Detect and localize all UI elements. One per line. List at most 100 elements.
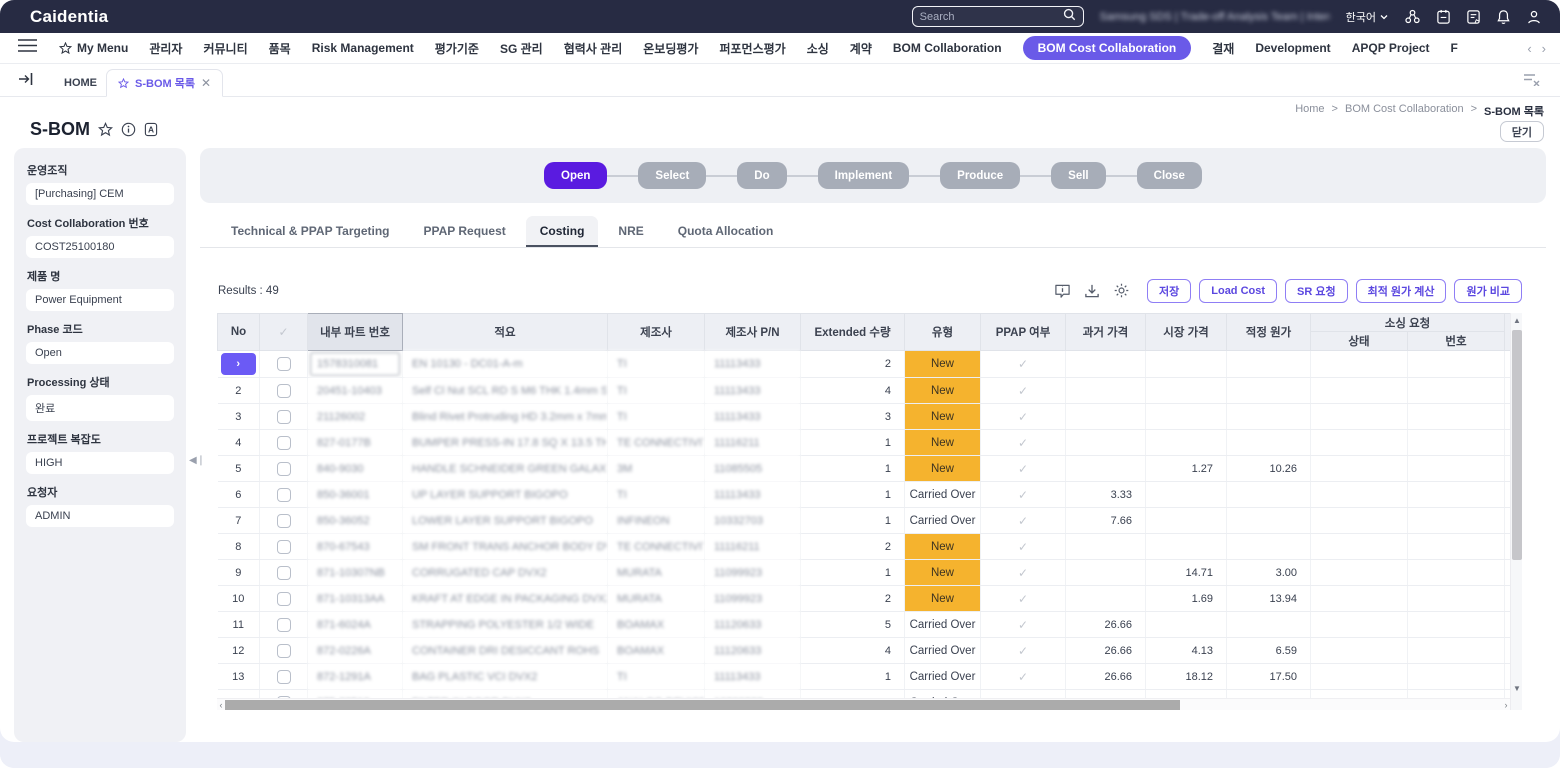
collapse-panel-icon[interactable] (18, 72, 34, 91)
phase-implement[interactable]: Implement (818, 162, 910, 189)
cell-select[interactable] (260, 586, 308, 612)
tab-sbom-list[interactable]: S-BOM 목록 ✕ (106, 69, 223, 97)
tab-home[interactable]: HOME (52, 69, 109, 96)
col-past-price[interactable]: 과거 가격 (1066, 314, 1146, 351)
phase-select[interactable]: Select (638, 162, 706, 189)
hamburger-icon[interactable] (18, 39, 37, 57)
info-icon[interactable] (121, 122, 136, 137)
bell-icon[interactable] (1496, 9, 1511, 25)
action-button-원가-비교[interactable]: 원가 비교 (1454, 279, 1522, 303)
row-checkbox[interactable] (277, 540, 291, 554)
action-button-sr-요청[interactable]: SR 요청 (1285, 279, 1348, 303)
menu-item-커뮤니티[interactable]: 커뮤니티 (203, 40, 247, 57)
menu-item-협력사-관리[interactable]: 협력사 관리 (564, 40, 623, 57)
search-input[interactable] (920, 11, 1063, 23)
col-internal-part-no[interactable]: 내부 파트 번호 (308, 314, 403, 351)
cell-select[interactable] (260, 508, 308, 534)
select-all-check-icon[interactable]: ✓ (278, 325, 288, 339)
menu-item-평가기준[interactable]: 평가기준 (435, 40, 479, 57)
menu-item-bom-collaboration[interactable]: BOM Collaboration (893, 41, 1002, 55)
col-manufacturer-pn[interactable]: 제조사 P/N (705, 314, 801, 351)
cell-select[interactable] (260, 560, 308, 586)
row-checkbox[interactable] (277, 618, 291, 632)
memo-icon[interactable] (1466, 9, 1481, 25)
scroll-left-icon[interactable]: ‹ (217, 699, 225, 710)
close-all-tabs-icon[interactable] (1523, 73, 1540, 91)
row-checkbox[interactable] (277, 357, 291, 371)
col-type[interactable]: 유형 (905, 314, 981, 351)
selected-row-indicator[interactable]: › (221, 353, 257, 375)
action-button-저장[interactable]: 저장 (1147, 279, 1191, 303)
table-row[interactable]: 8870-67543SM FRONT TRANS ANCHOR BODY DVX… (218, 534, 1511, 560)
breadcrumb-item[interactable]: Home (1295, 103, 1324, 119)
phase-do[interactable]: Do (737, 162, 786, 189)
row-checkbox[interactable] (277, 410, 291, 424)
scroll-down-icon[interactable]: ▼ (1511, 682, 1522, 696)
tab-technical-ppap-targeting[interactable]: Technical & PPAP Targeting (217, 216, 403, 247)
row-checkbox[interactable] (277, 592, 291, 606)
menu-scroll-left-icon[interactable]: ‹ (1527, 41, 1531, 56)
tab-quota-allocation[interactable]: Quota Allocation (664, 216, 788, 247)
menu-item-my-menu[interactable]: My Menu (59, 41, 128, 55)
horizontal-scrollbar[interactable]: ‹ › (217, 698, 1510, 710)
document-info-icon[interactable]: A (144, 122, 158, 137)
menu-scroll-right-icon[interactable]: › (1542, 41, 1546, 56)
cell-select[interactable] (260, 378, 308, 404)
scroll-right-icon[interactable]: › (1502, 699, 1510, 710)
row-checkbox[interactable] (277, 566, 291, 580)
cell-row-no[interactable]: › (218, 351, 260, 378)
table-row[interactable]: 13872-1291ABAG PLASTIC VCI DVX2TI1111343… (218, 664, 1511, 690)
comment-info-icon[interactable] (1054, 283, 1071, 299)
menu-item-계약[interactable]: 계약 (850, 40, 872, 57)
row-checkbox[interactable] (277, 462, 291, 476)
menu-item-apqp-project[interactable]: APQP Project (1352, 41, 1430, 55)
col-description[interactable]: 적요 (403, 314, 608, 351)
action-button-load-cost[interactable]: Load Cost (1199, 279, 1277, 303)
download-icon[interactable] (1084, 283, 1100, 299)
org-chart-icon[interactable] (1404, 8, 1421, 25)
table-row[interactable]: ›1578310081EN 10130 - DC01-A-mTI11113433… (218, 351, 1511, 378)
phase-open[interactable]: Open (544, 162, 607, 189)
row-checkbox[interactable] (277, 514, 291, 528)
phase-produce[interactable]: Produce (940, 162, 1020, 189)
settings-gear-icon[interactable] (1113, 282, 1130, 299)
cell-select[interactable] (260, 456, 308, 482)
col-target-cost[interactable]: 적정 원가 (1227, 314, 1311, 351)
table-row[interactable]: 321126002Blind Rivet Protruding HD 3.2mm… (218, 404, 1511, 430)
col-market-price[interactable]: 시장 가격 (1146, 314, 1227, 351)
table-row[interactable]: 11871-6024ASTRAPPING POLYESTER 1/2 WIDEB… (218, 612, 1511, 638)
row-checkbox[interactable] (277, 384, 291, 398)
cell-select[interactable] (260, 638, 308, 664)
col-no[interactable]: No (218, 314, 260, 351)
menu-item-sg-관리[interactable]: SG 관리 (500, 40, 543, 57)
table-row[interactable]: 5840-9030HANDLE SCHNEIDER GREEN GALAXY V… (218, 456, 1511, 482)
col-extended-qty[interactable]: Extended 수량 (801, 314, 905, 351)
col-sourcing-request-group[interactable]: 소싱 요청 (1311, 314, 1505, 332)
menu-item-결재[interactable]: 결재 (1212, 40, 1234, 57)
language-selector[interactable]: 한국어 (1346, 9, 1388, 25)
menu-item-risk-management[interactable]: Risk Management (312, 41, 414, 55)
table-row[interactable]: 220451-10403Self Cl Nut SCL RD S M6 THK … (218, 378, 1511, 404)
breadcrumb-item[interactable]: BOM Cost Collaboration (1345, 103, 1464, 119)
col-manufacturer[interactable]: 제조사 (608, 314, 705, 351)
menu-item-퍼포먼스평가[interactable]: 퍼포먼스평가 (719, 40, 785, 57)
tab-ppap-request[interactable]: PPAP Request (409, 216, 519, 247)
scroll-up-icon[interactable]: ▲ (1511, 314, 1522, 328)
horizontal-scroll-thumb[interactable] (225, 700, 1180, 710)
table-row[interactable]: 4827-0177BBUMPER PRESS-IN 17.8 SQ X 13.5… (218, 430, 1511, 456)
row-checkbox[interactable] (277, 644, 291, 658)
row-checkbox[interactable] (277, 488, 291, 502)
menu-item-development[interactable]: Development (1255, 41, 1330, 55)
cell-select[interactable] (260, 612, 308, 638)
phase-sell[interactable]: Sell (1051, 162, 1105, 189)
close-page-button[interactable]: 닫기 (1500, 121, 1544, 142)
table-row[interactable]: 7850-36052LOWER LAYER SUPPORT BIGOPOINFI… (218, 508, 1511, 534)
menu-item-소싱[interactable]: 소싱 (807, 40, 829, 57)
action-button-최적-원가-계산[interactable]: 최적 원가 계산 (1356, 279, 1447, 303)
cell-select[interactable] (260, 351, 308, 378)
menu-item-bom-cost-collaboration[interactable]: BOM Cost Collaboration (1023, 36, 1192, 60)
phase-close[interactable]: Close (1137, 162, 1202, 189)
row-checkbox[interactable] (277, 670, 291, 684)
col-sr-number[interactable]: 번호 (1408, 332, 1505, 351)
col-select-all[interactable]: ✓ (260, 314, 308, 351)
